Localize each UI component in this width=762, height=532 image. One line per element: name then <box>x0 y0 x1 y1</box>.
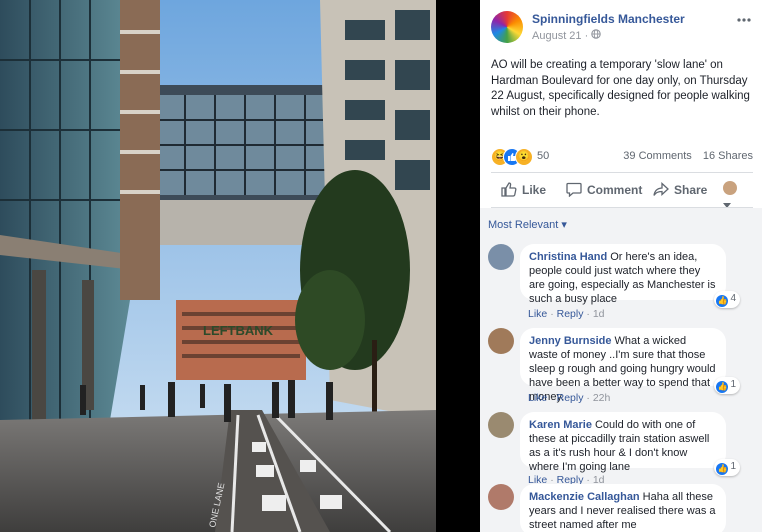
comment-bubble: Karen Marie Could do with one of these at… <box>520 412 740 476</box>
post-header: Spinningfields Manchester August 21 · <box>491 11 751 45</box>
commenter-name[interactable]: Christina Hand <box>529 251 607 263</box>
share-label: Share <box>674 183 708 197</box>
photo-viewer-gap <box>436 0 480 532</box>
share-icon <box>653 182 669 196</box>
leftbank-sign: LEFTBANK <box>203 323 274 338</box>
comment-reply-link[interactable]: Reply <box>557 308 584 320</box>
commenter-avatar[interactable] <box>488 244 514 270</box>
chevron-down-icon: ▾ <box>561 219 567 231</box>
post-details-panel: Spinningfields Manchester August 21 · AO… <box>480 0 762 532</box>
comment-time[interactable]: 1d <box>593 308 605 320</box>
comment-bubble: Mackenzie Callaghan Haha all these years … <box>520 484 726 532</box>
commenter-avatar[interactable] <box>488 484 514 510</box>
profile-avatar-small <box>723 180 737 195</box>
post-stats: 39 Comments 16 Shares <box>615 150 753 162</box>
page-name-link[interactable]: Spinningfields Manchester <box>532 12 685 26</box>
comment-reply-link[interactable]: Reply <box>557 392 584 404</box>
commenter-name[interactable]: Mackenzie Callaghan <box>529 491 640 503</box>
like-reaction-icon: 👍 <box>716 295 729 307</box>
like-reaction-icon: 👍 <box>716 381 729 393</box>
comment-button[interactable]: Comment <box>566 182 643 198</box>
comment-links: Like · Reply · 22h <box>528 392 610 404</box>
comments-section: Most Relevant ▾ Christina Hand Or here's … <box>480 208 762 532</box>
comment-bubble: Christina Hand Or here's an idea, people … <box>520 244 740 308</box>
comment-reaction-badge[interactable]: 👍 1 <box>714 459 740 476</box>
comment-bubble: Jenny Burnside What a wicked waste of mon… <box>520 328 740 403</box>
comment-icon <box>566 182 582 198</box>
post-photo[interactable]: LEFTBANK ONE LANE <box>0 0 436 532</box>
comment-like-link[interactable]: Like <box>528 392 547 404</box>
comment-like-count: 1 <box>730 379 736 390</box>
reaction-summary[interactable]: 😆 😮 50 39 Comments 16 Shares <box>491 148 753 166</box>
comment-label: Comment <box>587 183 643 197</box>
commenter-name[interactable]: Karen Marie <box>529 419 592 431</box>
comment-like-count: 1 <box>730 461 736 472</box>
comment-reaction-badge[interactable]: 👍 4 <box>714 291 740 308</box>
meta-separator: · <box>584 30 589 42</box>
link-separator: · <box>550 308 554 320</box>
like-button[interactable]: Like <box>501 182 546 197</box>
like-reaction-icon: 👍 <box>716 463 729 475</box>
commenter-avatar[interactable] <box>488 328 514 354</box>
link-separator: · <box>586 308 590 320</box>
wow-reaction-icon: 😮 <box>515 148 533 166</box>
ellipsis-icon[interactable] <box>737 9 751 27</box>
post-text: AO will be creating a temporary 'slow la… <box>491 59 750 118</box>
page-avatar[interactable] <box>491 11 523 43</box>
share-button[interactable]: Share <box>653 182 707 197</box>
post-meta: August 21 · <box>532 29 602 42</box>
comment-like-link[interactable]: Like <box>528 308 547 320</box>
link-separator: · <box>550 392 554 404</box>
comment-sort-dropdown[interactable]: Most Relevant ▾ <box>488 218 567 231</box>
comment-like-count: 4 <box>730 293 736 304</box>
like-label: Like <box>522 183 547 197</box>
reaction-count: 50 <box>537 150 550 162</box>
comment-links: Like · Reply · 1d <box>528 308 605 320</box>
comment-time[interactable]: 22h <box>593 392 611 404</box>
shares-count-link[interactable]: 16 Shares <box>703 150 753 162</box>
link-separator: · <box>586 392 590 404</box>
thumbs-up-icon <box>501 182 517 197</box>
post-actions: Like Comment Share <box>491 176 753 208</box>
street-photo-image: LEFTBANK ONE LANE <box>0 0 436 532</box>
commenter-avatar[interactable] <box>488 412 514 438</box>
comment-reaction-badge[interactable]: 👍 1 <box>714 377 740 394</box>
post-date[interactable]: August 21 <box>532 30 582 42</box>
reaction-profile-selector[interactable] <box>723 180 753 209</box>
divider-top <box>491 172 753 173</box>
comments-count-link[interactable]: 39 Comments <box>623 150 691 162</box>
commenter-name[interactable]: Jenny Burnside <box>529 335 612 347</box>
globe-icon <box>591 29 602 42</box>
comment-sort-label: Most Relevant <box>488 219 559 231</box>
